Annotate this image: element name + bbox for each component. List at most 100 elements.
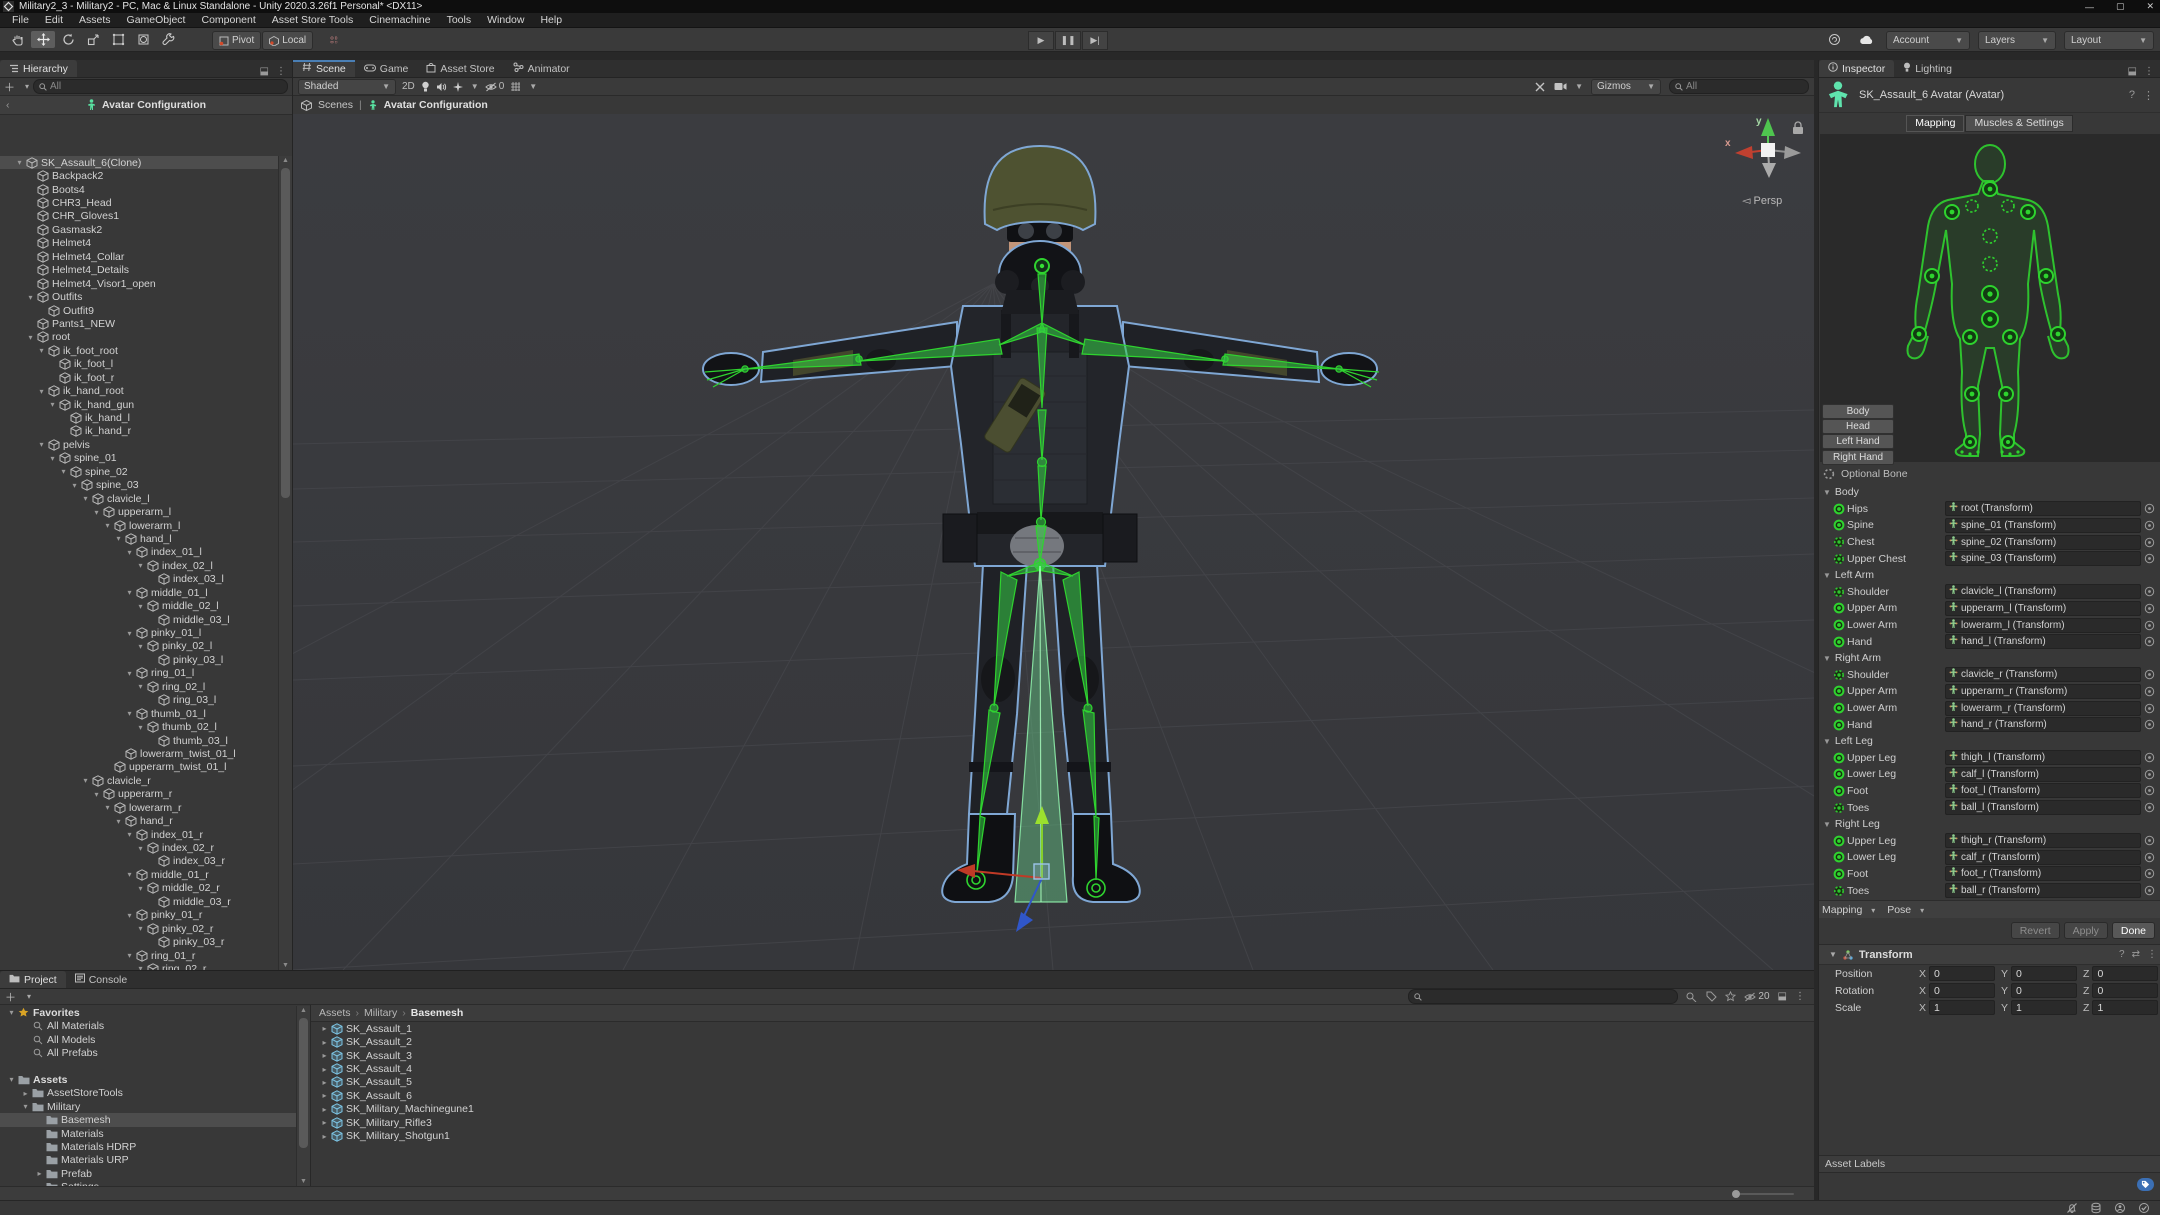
asset-item[interactable]: ▸ SK_Assault_4	[311, 1062, 1814, 1075]
menu-assets[interactable]: Assets	[71, 13, 119, 27]
project-tree-item[interactable]: Materials URP	[0, 1154, 296, 1167]
object-picker-icon[interactable]	[2144, 537, 2157, 548]
menu-component[interactable]: Component	[193, 13, 263, 27]
foldout-icon[interactable]: ▾	[124, 709, 135, 718]
scale-x-field[interactable]: 1	[1929, 1000, 1996, 1015]
hierarchy-node[interactable]: ▾ index_02_l	[0, 559, 279, 572]
hierarchy-node[interactable]: ▾ pinky_02_r	[0, 922, 279, 935]
hierarchy-node[interactable]: ik_hand_l	[0, 411, 279, 424]
grid-snap-button[interactable]	[322, 31, 346, 48]
hierarchy-node[interactable]: Helmet4_Details	[0, 264, 279, 277]
object-picker-icon[interactable]	[2144, 686, 2157, 697]
foldout-icon[interactable]: ▾	[135, 844, 146, 853]
bone-object-field[interactable]: spine_01 (Transform)	[1945, 517, 2141, 533]
bone-section-header[interactable]: ▼ Right Arm	[1819, 650, 2160, 667]
menu-file[interactable]: File	[4, 13, 37, 27]
hierarchy-node[interactable]: ▾ root	[0, 331, 279, 344]
hierarchy-node[interactable]: ▾ Outfits	[0, 290, 279, 303]
foldout-icon[interactable]: ▾	[135, 682, 146, 691]
foldout-icon[interactable]: ▸	[319, 1024, 330, 1033]
tab-animator[interactable]: Animator	[503, 60, 579, 77]
done-button[interactable]: Done	[2111, 922, 2155, 939]
scene-tools-icon[interactable]	[1534, 81, 1546, 93]
shading-mode-dropdown[interactable]: Shaded ▼	[298, 78, 396, 95]
asset-size-slider[interactable]	[1732, 1190, 1794, 1198]
layers-dropdown[interactable]: Layers ▼	[1978, 31, 2056, 50]
breadcrumb-assets[interactable]: Assets	[319, 1007, 351, 1019]
foldout-icon[interactable]: ▾	[91, 790, 102, 799]
position-x-field[interactable]: 0	[1929, 966, 1996, 981]
bone-object-field[interactable]: lowerarm_l (Transform)	[1945, 617, 2141, 633]
hierarchy-node[interactable]: ▾ pinky_02_l	[0, 640, 279, 653]
bone-section-header[interactable]: ▼ Body	[1819, 484, 2160, 501]
bone-object-field[interactable]: ball_r (Transform)	[1945, 883, 2141, 899]
scroll-up-icon[interactable]: ▲	[297, 1007, 310, 1014]
hierarchy-node[interactable]: Pants1_NEW	[0, 317, 279, 330]
project-tree-scrollbar[interactable]: ▲ ▼	[296, 1006, 310, 1186]
hierarchy-node[interactable]: ▾ SK_Assault_6(Clone)	[0, 156, 279, 170]
foldout-icon[interactable]: ▸	[319, 1132, 330, 1141]
asset-item[interactable]: ▸ SK_Assault_3	[311, 1049, 1814, 1062]
scale-tool-button[interactable]	[81, 31, 105, 48]
2d-toggle[interactable]: 2D	[402, 81, 415, 92]
foldout-icon[interactable]: ▾	[135, 642, 146, 651]
hierarchy-node[interactable]: ▾ lowerarm_r	[0, 801, 279, 814]
custom-tool-button[interactable]	[156, 31, 180, 48]
hierarchy-node[interactable]: middle_03_l	[0, 613, 279, 626]
hierarchy-node[interactable]: ▾ pelvis	[0, 438, 279, 451]
local-toggle[interactable]: Local	[262, 31, 314, 50]
foldout-icon[interactable]: ▾	[91, 508, 102, 517]
breadcrumb-military[interactable]: Military	[364, 1007, 397, 1019]
scroll-down-icon[interactable]: ▼	[279, 962, 292, 969]
object-picker-icon[interactable]	[2144, 603, 2157, 614]
hierarchy-node[interactable]: ik_foot_l	[0, 358, 279, 371]
part-button-body[interactable]: Body	[1822, 404, 1894, 419]
hierarchy-node[interactable]: CHR_Gloves1	[0, 210, 279, 223]
help-icon[interactable]: ?	[2119, 949, 2125, 960]
foldout-icon[interactable]: ▸	[319, 1038, 330, 1047]
asset-item[interactable]: ▸ SK_Military_Machinegune1	[311, 1103, 1814, 1116]
transform-tool-button[interactable]	[131, 31, 155, 48]
create-add-button[interactable]: ＋	[4, 79, 15, 95]
foldout-icon[interactable]: ▾	[36, 346, 47, 355]
bone-object-field[interactable]: root (Transform)	[1945, 501, 2141, 517]
hierarchy-node[interactable]: Helmet4_Collar	[0, 250, 279, 263]
bone-object-field[interactable]: clavicle_r (Transform)	[1945, 667, 2141, 683]
hierarchy-node[interactable]: ▾ middle_02_l	[0, 599, 279, 612]
object-picker-icon[interactable]	[2144, 620, 2157, 631]
hierarchy-node[interactable]: ▾ pinky_01_r	[0, 909, 279, 922]
hand-tool-button[interactable]	[6, 31, 30, 48]
project-tree-item[interactable]: Materials	[0, 1127, 296, 1140]
hierarchy-node[interactable]: ▾ ik_foot_root	[0, 344, 279, 357]
hierarchy-node[interactable]: index_03_r	[0, 855, 279, 868]
hierarchy-node[interactable]: ik_hand_r	[0, 425, 279, 438]
back-chevron-icon[interactable]: ‹	[6, 99, 10, 111]
object-picker-icon[interactable]	[2144, 703, 2157, 714]
foldout-icon[interactable]: ▾	[135, 723, 146, 732]
hierarchy-node[interactable]: middle_03_r	[0, 895, 279, 908]
bone-object-field[interactable]: thigh_r (Transform)	[1945, 833, 2141, 849]
scene-grid-dropdown[interactable]: ▼	[510, 81, 537, 92]
account-dropdown[interactable]: Account ▼	[1886, 31, 1970, 50]
foldout-icon[interactable]: ▾	[113, 534, 124, 543]
bone-object-field[interactable]: hand_l (Transform)	[1945, 634, 2141, 650]
breadcrumb-basemesh[interactable]: Basemesh	[411, 1007, 464, 1019]
hierarchy-node[interactable]: ▾ ring_02_l	[0, 680, 279, 693]
foldout-icon[interactable]: ▸	[319, 1091, 330, 1100]
project-tree-item[interactable]: All Materials	[0, 1019, 296, 1032]
foldout-icon[interactable]: ▾	[36, 387, 47, 396]
object-picker-icon[interactable]	[2144, 885, 2157, 896]
foldout-icon[interactable]: ▾	[80, 494, 91, 503]
object-picker-icon[interactable]	[2144, 669, 2157, 680]
bone-object-field[interactable]: calf_r (Transform)	[1945, 849, 2141, 865]
component-menu-icon[interactable]: ⋮	[2147, 949, 2157, 960]
object-picker-icon[interactable]	[2144, 719, 2157, 730]
create-caret-icon[interactable]: ▾	[25, 82, 29, 91]
scale-z-field[interactable]: 1	[2092, 1000, 2159, 1015]
lock-icon[interactable]: ⬓	[260, 66, 269, 77]
foldout-icon[interactable]: ▾	[20, 1102, 31, 1111]
search-by-label-icon[interactable]	[1706, 991, 1718, 1002]
hierarchy-node[interactable]: lowerarm_twist_01_l	[0, 747, 279, 760]
bone-section-header[interactable]: ▼ Left Leg	[1819, 733, 2160, 750]
scene-lighting-toggle[interactable]	[421, 81, 430, 93]
